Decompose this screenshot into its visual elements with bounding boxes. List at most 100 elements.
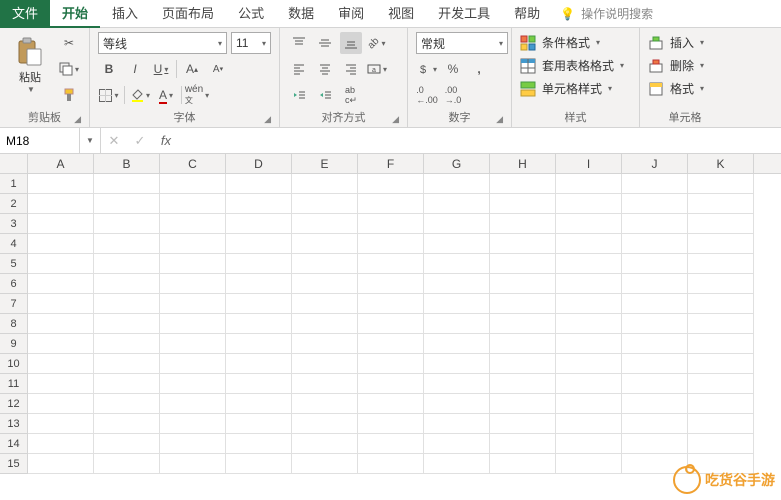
cell[interactable] xyxy=(28,374,94,394)
cell[interactable] xyxy=(358,274,424,294)
cell-styles-button[interactable]: 单元格样式▾ xyxy=(520,78,624,99)
tab-developer[interactable]: 开发工具 xyxy=(426,0,502,28)
cell[interactable] xyxy=(490,314,556,334)
cell[interactable] xyxy=(292,294,358,314)
cell[interactable] xyxy=(556,354,622,374)
cell[interactable] xyxy=(292,314,358,334)
cell[interactable] xyxy=(292,414,358,434)
cell[interactable] xyxy=(160,254,226,274)
bold-button[interactable]: B xyxy=(98,58,120,80)
name-box-input[interactable] xyxy=(6,134,73,148)
cell[interactable] xyxy=(292,374,358,394)
cell[interactable] xyxy=(160,174,226,194)
enter-formula-button[interactable]: ✓ xyxy=(127,133,153,149)
cell[interactable] xyxy=(358,314,424,334)
cell[interactable] xyxy=(358,334,424,354)
cell[interactable] xyxy=(358,434,424,454)
name-box-dropdown[interactable]: ▼ xyxy=(80,128,101,153)
column-header[interactable]: E xyxy=(292,154,358,173)
cell[interactable] xyxy=(28,274,94,294)
row-header[interactable]: 15 xyxy=(0,454,28,474)
align-middle-button[interactable] xyxy=(314,32,336,54)
column-header[interactable]: J xyxy=(622,154,688,173)
row-header[interactable]: 6 xyxy=(0,274,28,294)
copy-button[interactable]: ▾ xyxy=(58,58,80,80)
cell[interactable] xyxy=(160,314,226,334)
align-center-button[interactable] xyxy=(314,58,336,80)
cell[interactable] xyxy=(490,434,556,454)
tab-help[interactable]: 帮助 xyxy=(502,0,552,28)
column-header[interactable]: C xyxy=(160,154,226,173)
tab-page-layout[interactable]: 页面布局 xyxy=(150,0,226,28)
cell[interactable] xyxy=(424,174,490,194)
conditional-format-button[interactable]: 条件格式▾ xyxy=(520,32,624,53)
cell[interactable] xyxy=(226,294,292,314)
cell[interactable] xyxy=(556,254,622,274)
cell[interactable] xyxy=(160,294,226,314)
cell[interactable] xyxy=(94,214,160,234)
row-header[interactable]: 5 xyxy=(0,254,28,274)
cell[interactable] xyxy=(160,394,226,414)
cell[interactable] xyxy=(94,294,160,314)
orientation-button[interactable]: ab▾ xyxy=(366,32,388,54)
delete-cells-button[interactable]: 删除▾ xyxy=(648,55,704,76)
cell[interactable] xyxy=(160,214,226,234)
cell[interactable] xyxy=(160,414,226,434)
cell[interactable] xyxy=(226,174,292,194)
cell[interactable] xyxy=(556,454,622,474)
cell[interactable] xyxy=(490,174,556,194)
cell[interactable] xyxy=(622,394,688,414)
align-bottom-button[interactable] xyxy=(340,32,362,54)
cell[interactable] xyxy=(358,234,424,254)
cell[interactable] xyxy=(358,194,424,214)
cell[interactable] xyxy=(94,414,160,434)
cell[interactable] xyxy=(94,454,160,474)
cell[interactable] xyxy=(94,434,160,454)
cell[interactable] xyxy=(28,354,94,374)
cell[interactable] xyxy=(226,454,292,474)
cell[interactable] xyxy=(556,174,622,194)
tab-home[interactable]: 开始 xyxy=(50,0,100,28)
cell[interactable] xyxy=(424,314,490,334)
cell[interactable] xyxy=(226,194,292,214)
cell[interactable] xyxy=(556,414,622,434)
cell[interactable] xyxy=(490,274,556,294)
cell[interactable] xyxy=(160,234,226,254)
column-header[interactable]: F xyxy=(358,154,424,173)
row-header[interactable]: 7 xyxy=(0,294,28,314)
cut-button[interactable]: ✂ xyxy=(58,32,80,54)
cell[interactable] xyxy=(622,194,688,214)
cell[interactable] xyxy=(556,214,622,234)
tab-view[interactable]: 视图 xyxy=(376,0,426,28)
align-dialog-launcher[interactable]: ◢ xyxy=(392,114,399,125)
cell[interactable] xyxy=(160,334,226,354)
align-right-button[interactable] xyxy=(340,58,362,80)
column-header[interactable]: B xyxy=(94,154,160,173)
row-header[interactable]: 3 xyxy=(0,214,28,234)
number-dialog-launcher[interactable]: ◢ xyxy=(496,114,503,125)
cell[interactable] xyxy=(556,394,622,414)
cell[interactable] xyxy=(688,294,754,314)
cell[interactable] xyxy=(358,214,424,234)
cell[interactable] xyxy=(622,254,688,274)
cell[interactable] xyxy=(358,174,424,194)
increase-font-button[interactable]: A▴ xyxy=(181,58,203,80)
row-header[interactable]: 8 xyxy=(0,314,28,334)
cell[interactable] xyxy=(358,294,424,314)
cell[interactable] xyxy=(424,274,490,294)
insert-cells-button[interactable]: 插入▾ xyxy=(648,32,704,53)
cell[interactable] xyxy=(94,334,160,354)
row-header[interactable]: 11 xyxy=(0,374,28,394)
font-name-select[interactable]: 等线▾ xyxy=(98,32,227,54)
cell[interactable] xyxy=(490,234,556,254)
cell[interactable] xyxy=(424,294,490,314)
cell[interactable] xyxy=(94,174,160,194)
row-header[interactable]: 12 xyxy=(0,394,28,414)
cell[interactable] xyxy=(358,394,424,414)
column-header[interactable]: K xyxy=(688,154,754,173)
wrap-text-button[interactable]: abc↵ xyxy=(340,84,362,106)
cell[interactable] xyxy=(28,394,94,414)
cell[interactable] xyxy=(94,254,160,274)
cell[interactable] xyxy=(622,234,688,254)
cell[interactable] xyxy=(556,194,622,214)
